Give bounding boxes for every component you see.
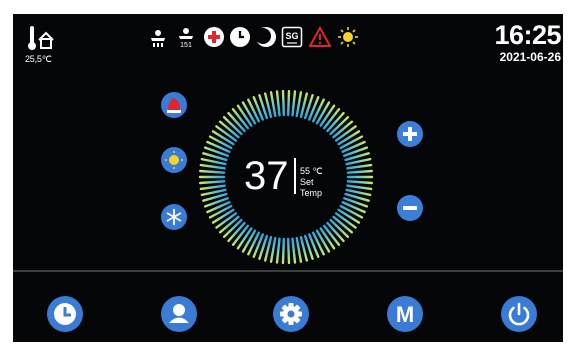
nav-divider: [13, 270, 563, 272]
alarm-warning-icon: [309, 26, 331, 47]
set-temp-label: Set Temp: [300, 177, 323, 198]
settings-button[interactable]: [273, 296, 309, 332]
current-temperature: 37: [244, 154, 289, 198]
user-icon: [169, 304, 189, 323]
set-temp-value: 55 ℃: [300, 166, 323, 176]
dial-tick: [345, 157, 372, 166]
mode-m-label: M: [396, 302, 414, 327]
status-bar: 25,5℃ 151 SG 16:25 2021-06-26: [13, 14, 563, 74]
dial-tick: [200, 188, 227, 197]
sg-ready-icon: SG: [281, 26, 303, 48]
dial-tick: [199, 163, 226, 170]
temperature-dial[interactable]: 37 55 ℃ Set Temp: [197, 88, 375, 266]
dial-tick: [199, 169, 226, 174]
fan-speed-icon: [151, 30, 165, 47]
dial-tick: [346, 169, 373, 174]
dial-tick: [275, 237, 281, 264]
indoor-temperature: 25,5℃: [23, 22, 73, 67]
sun-icon: [338, 27, 358, 47]
readout-divider: [294, 158, 296, 194]
dial-tick: [281, 237, 286, 265]
dial-tick: [281, 89, 286, 117]
hot-water-mode-icon: [167, 98, 181, 113]
bottom-nav: M: [13, 276, 563, 342]
dial-tick: [275, 90, 281, 117]
dial-tick: [339, 135, 364, 150]
timer-icon: [230, 27, 250, 47]
thermostat-screen: 25,5℃ 151 SG 16:25 2021-06-26 37 55 ℃ Se…: [13, 14, 563, 342]
minus-icon: [403, 206, 417, 210]
dial-tick: [199, 184, 226, 191]
increase-temp-button[interactable]: [397, 121, 423, 147]
schedule-button[interactable]: [47, 296, 83, 332]
dial-tick: [269, 236, 277, 263]
dial-tick: [295, 91, 303, 118]
dial-tick: [291, 237, 297, 264]
clock-date: 2021-06-26: [499, 50, 561, 64]
dial-tick: [346, 184, 373, 191]
indoor-temp-value: 25,5℃: [25, 54, 52, 64]
fan-level-text: 151: [180, 42, 192, 48]
power-icon: [508, 302, 530, 326]
clock-time: 16:25: [494, 20, 561, 50]
heating-mode-icon: [165, 151, 183, 169]
cooling-mode-icon: [166, 209, 182, 225]
dial-tick: [295, 236, 303, 263]
mode-button[interactable]: M: [387, 296, 423, 332]
sg-text: SG: [285, 31, 298, 41]
dial-tick: [346, 163, 373, 170]
clock: 16:25 2021-06-26: [494, 20, 561, 64]
user-button[interactable]: [161, 296, 197, 332]
dial-tick: [208, 135, 233, 150]
home-thermometer-icon: [28, 26, 54, 50]
clock-icon: [54, 303, 76, 325]
decrease-temp-button[interactable]: [397, 195, 423, 221]
dial-tick: [345, 188, 372, 197]
dial-tick: [208, 204, 233, 219]
night-mode-icon: [255, 27, 276, 47]
dial-tick: [286, 89, 291, 117]
hot-water-mode-button[interactable]: [161, 92, 187, 118]
mode-m-icon: M: [396, 302, 414, 327]
dial-tick: [339, 204, 364, 219]
settings-gear-icon: [280, 303, 302, 325]
plus-icon: [403, 127, 417, 141]
power-button[interactable]: [501, 296, 537, 332]
dial-tick: [346, 180, 373, 185]
dial-tick: [286, 237, 291, 265]
set-temp-block: 55 ℃ Set Temp: [300, 166, 334, 199]
fan-speed-level-icon: 151: [179, 28, 193, 48]
dial-tick: [200, 157, 227, 166]
dial-tick: [199, 180, 226, 185]
dial-readout: 37 55 ℃ Set Temp: [244, 154, 334, 200]
heating-element-icon: [204, 27, 224, 47]
dial-tick: [291, 90, 297, 117]
dial-tick: [269, 91, 277, 118]
cooling-mode-button[interactable]: [161, 204, 187, 230]
heating-mode-button[interactable]: [161, 147, 187, 173]
